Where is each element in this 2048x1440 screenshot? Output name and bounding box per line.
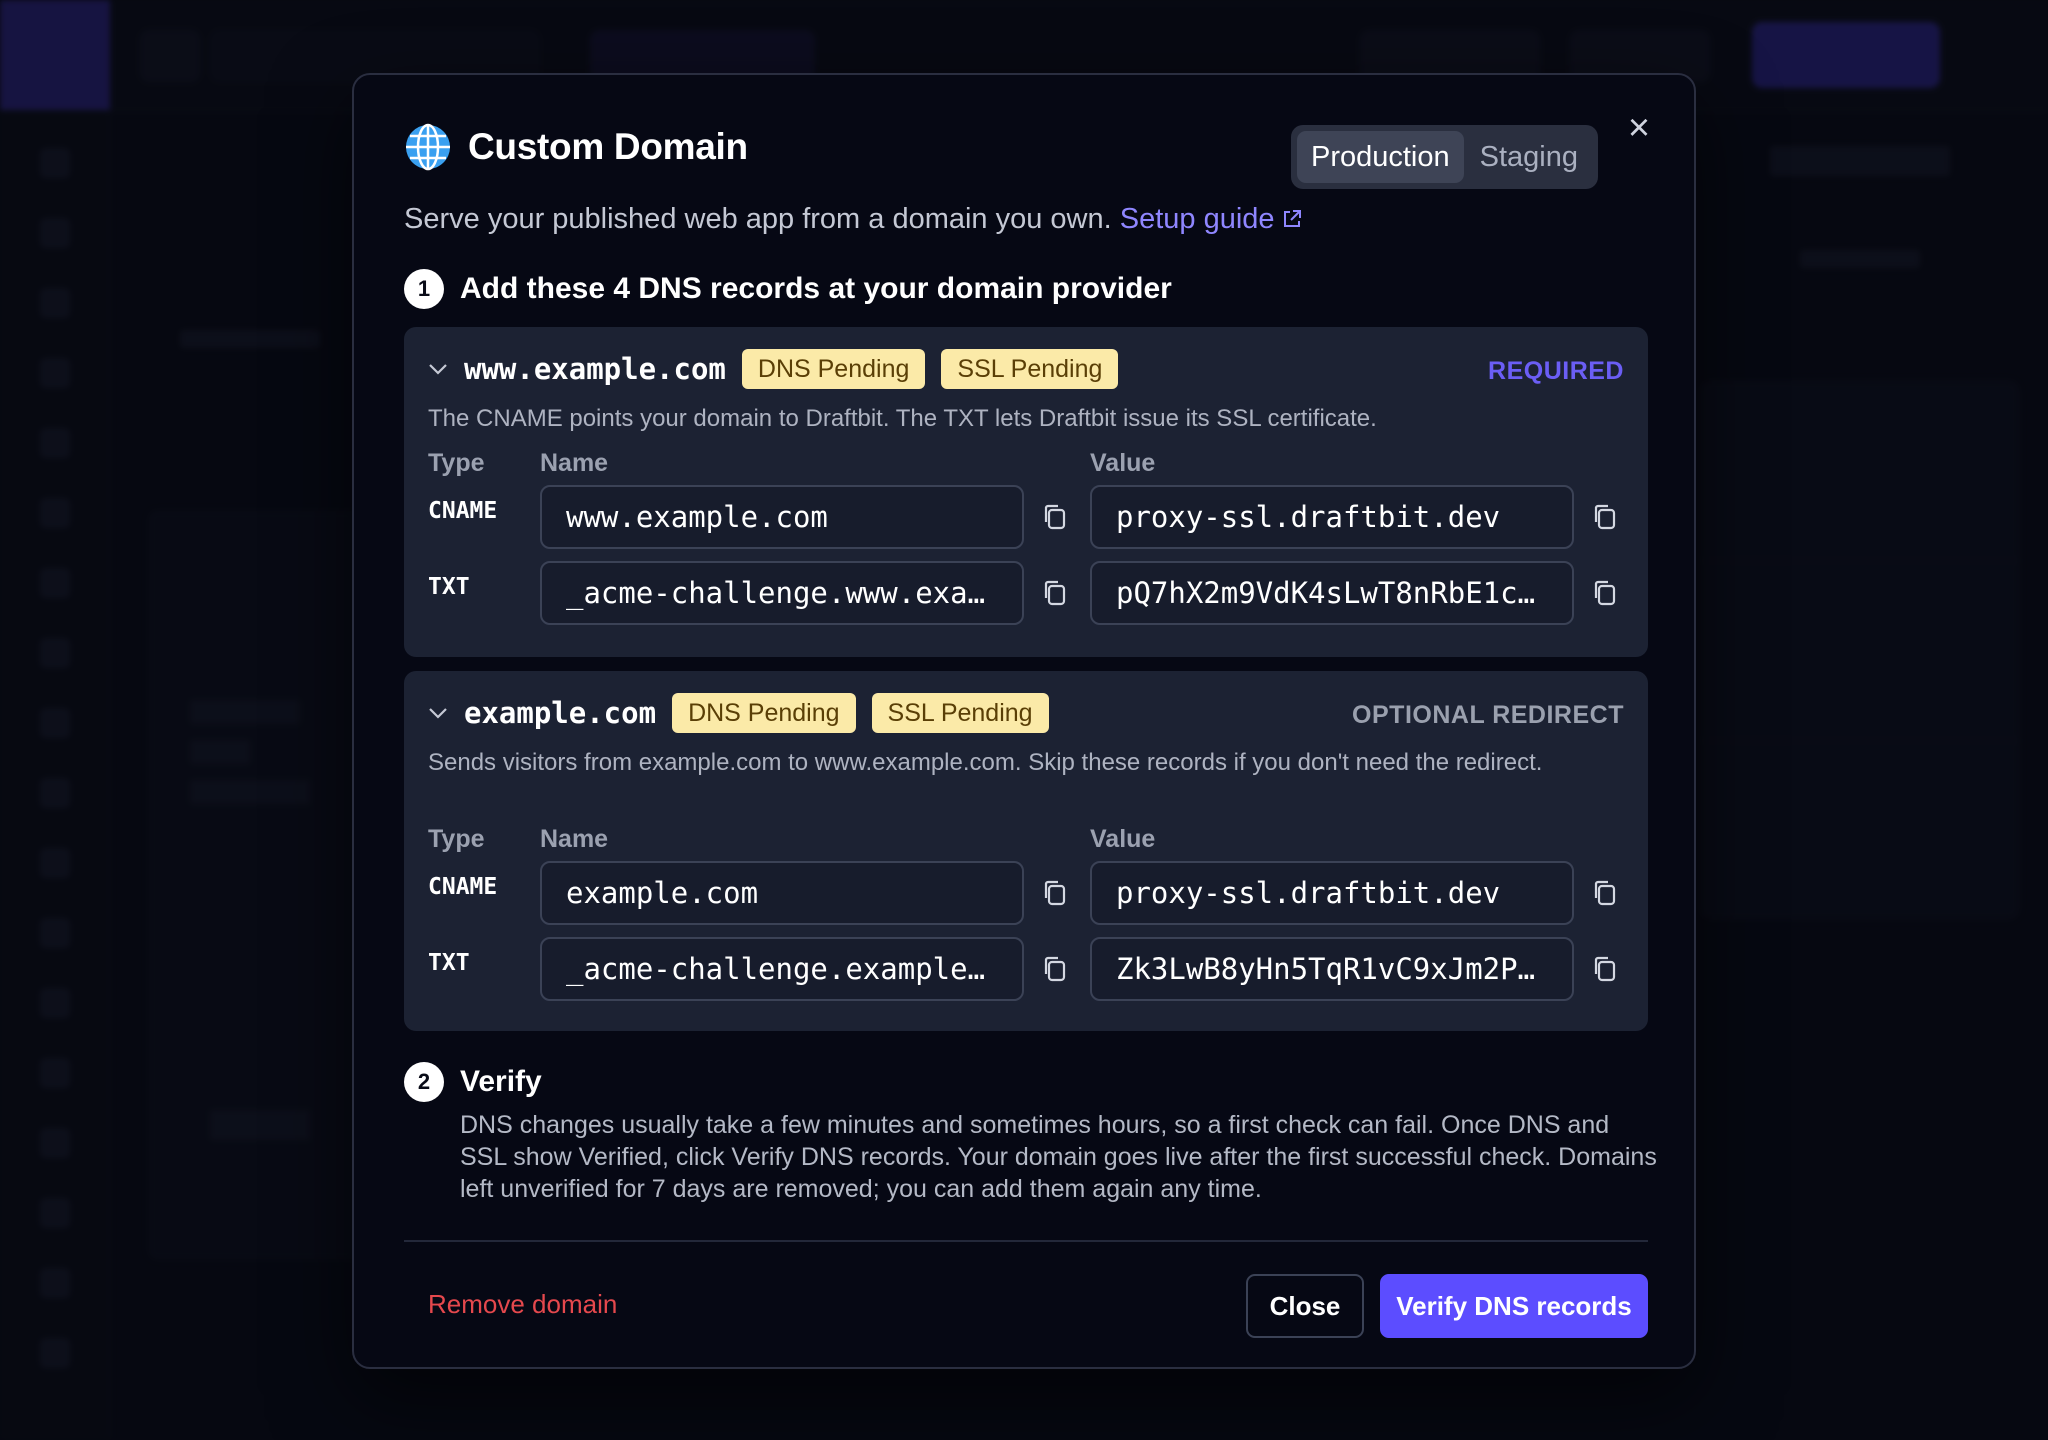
setup-guide-link[interactable]: Setup guide	[1120, 203, 1303, 235]
copy-icon[interactable]	[1590, 578, 1620, 608]
step-2-title-row: 2 Verify	[404, 1062, 542, 1102]
copy-icon[interactable]	[1040, 954, 1070, 984]
dialog-subtitle: Serve your published web app from a doma…	[404, 203, 1303, 236]
verify-dns-button[interactable]: Verify DNS records	[1380, 1274, 1648, 1338]
card-description: The CNAME points your domain to Draftbit…	[428, 405, 1377, 432]
close-button[interactable]: Close	[1246, 1274, 1364, 1338]
record-value-field[interactable]: proxy-ssl.draftbit.dev	[1090, 485, 1574, 549]
domain-name: www.example.com	[464, 352, 726, 386]
column-type: Type	[428, 825, 485, 853]
subtitle-text: Serve your published web app from a doma…	[404, 203, 1112, 235]
column-value: Value	[1090, 449, 1156, 477]
setup-guide-label: Setup guide	[1119, 203, 1275, 235]
card-description: Sends visitors from example.com to www.e…	[428, 749, 1543, 776]
card-header[interactable]: www.example.com DNS Pending SSL Pending	[426, 349, 1134, 389]
step-1-title-row: 1 Add these 4 DNS records at your domain…	[404, 269, 1172, 309]
tab-staging[interactable]: Staging	[1466, 131, 1592, 183]
record-type: TXT	[428, 574, 470, 600]
copy-icon[interactable]	[1040, 878, 1070, 908]
copy-icon[interactable]	[1590, 502, 1620, 532]
record-name-field[interactable]: _acme-challenge.example.com	[540, 937, 1024, 1001]
record-value-field[interactable]: Zk3LwB8yHn5TqR1vC9xJm2PdF6gS4aE7	[1090, 937, 1574, 1001]
chevron-down-icon[interactable]	[426, 701, 450, 725]
record-name-field[interactable]: www.example.com	[540, 485, 1024, 549]
chevron-down-icon[interactable]	[426, 357, 450, 381]
record-type: TXT	[428, 950, 470, 976]
dns-card-apex: example.com DNS Pending SSL Pending OPTI…	[404, 671, 1648, 1031]
record-type: CNAME	[428, 498, 498, 524]
copy-icon[interactable]	[1040, 578, 1070, 608]
column-name: Name	[540, 449, 609, 477]
copy-icon[interactable]	[1590, 954, 1620, 984]
record-value-field[interactable]: pQ7hX2m9VdK4sLwT8nRbE1cY5fJ3gA6u	[1090, 561, 1574, 625]
dns-status-badge: DNS Pending	[672, 693, 856, 733]
copy-icon[interactable]	[1040, 502, 1070, 532]
step-title: Add these 4 DNS records at your domain p…	[460, 272, 1172, 305]
step-number: 1	[404, 269, 444, 309]
close-icon[interactable]: ×	[1622, 109, 1656, 147]
record-name-field[interactable]: example.com	[540, 861, 1024, 925]
column-name: Name	[540, 825, 609, 853]
step-title: Verify	[460, 1065, 542, 1098]
external-link-icon	[1283, 210, 1301, 227]
remove-domain-button[interactable]: Remove domain	[428, 1289, 617, 1320]
optional-redirect-tag: OPTIONAL REDIRECT	[1352, 701, 1624, 729]
dns-status-badge: DNS Pending	[741, 349, 926, 389]
record-name-field[interactable]: _acme-challenge.www.example.com	[540, 561, 1024, 625]
verify-instructions: DNS changes usually take a few minutes a…	[460, 1111, 1657, 1203]
ssl-status-badge: SSL Pending	[871, 693, 1049, 733]
domain-name: example.com	[464, 696, 657, 730]
environment-toggle: Production Staging	[1290, 125, 1598, 189]
dialog-header: Custom Domain	[404, 123, 748, 171]
column-type: Type	[428, 449, 485, 477]
card-header[interactable]: example.com DNS Pending SSL Pending	[426, 693, 1065, 733]
step-number: 2	[404, 1062, 444, 1102]
dns-card-www: www.example.com DNS Pending SSL Pending …	[404, 327, 1648, 657]
dialog-title: Custom Domain	[468, 126, 748, 167]
record-type: CNAME	[428, 874, 498, 900]
copy-icon[interactable]	[1590, 878, 1620, 908]
ssl-status-badge: SSL Pending	[941, 349, 1119, 389]
tab-production[interactable]: Production	[1296, 131, 1464, 183]
column-value: Value	[1090, 825, 1156, 853]
footer-divider	[404, 1240, 1648, 1242]
globe-icon	[406, 123, 450, 171]
record-value-field[interactable]: proxy-ssl.draftbit.dev	[1090, 861, 1574, 925]
custom-domain-dialog: × Custom Domain Production Staging Serve…	[352, 73, 1696, 1369]
required-tag: REQUIRED	[1488, 357, 1624, 385]
